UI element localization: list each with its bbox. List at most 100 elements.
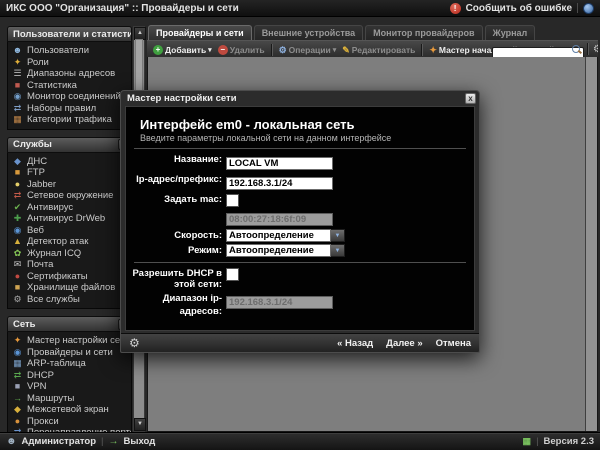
- statusbar-separator: |: [536, 436, 538, 447]
- version-label: Версия 2.3: [544, 436, 594, 447]
- refresh-icon[interactable]: ⚙: [593, 44, 598, 55]
- back-button[interactable]: « Назад: [337, 338, 373, 349]
- sidebar-section: Пользователи и статистика▴ ☻Пользователи✦…: [7, 26, 132, 130]
- sidebar-item[interactable]: ▲Детектор атак: [12, 236, 131, 248]
- sidebar-item-label: Межсетевой экран: [27, 404, 109, 415]
- titlebar-separator: [577, 3, 578, 13]
- titlebar: ИКС ООО "Организация" :: Провайдеры и се…: [0, 0, 600, 17]
- ip-prefix-input[interactable]: [226, 177, 333, 190]
- cancel-button[interactable]: Отмена: [436, 338, 471, 349]
- categories-icon: ▦: [12, 114, 23, 125]
- sidebar-item-label: Мастер настройки сети: [27, 335, 130, 346]
- name-input[interactable]: [226, 157, 333, 170]
- sidebar-item[interactable]: ■VPN: [12, 381, 131, 393]
- form-row-name: Название:: [126, 153, 474, 171]
- magnifier-icon: ◉: [12, 91, 23, 102]
- tab[interactable]: Внешние устройства: [254, 25, 363, 40]
- sidebar-item[interactable]: ●Сертификаты: [12, 271, 131, 283]
- sidebar-item[interactable]: →Маршруты: [12, 393, 131, 405]
- next-button[interactable]: Далее »: [386, 338, 422, 349]
- dialog-subtitle: Введите параметры локальной сети на данн…: [140, 133, 460, 143]
- sidebar-item[interactable]: ✦Мастер настройки сети: [12, 335, 131, 347]
- ip-label: Ip-адрес/префикс:: [126, 173, 226, 191]
- search-box: [492, 43, 584, 56]
- sidebar-item[interactable]: ◆Межсетевой экран: [12, 404, 131, 416]
- sidebar-item[interactable]: ▦Категории трафика: [12, 114, 131, 126]
- section-header[interactable]: Сеть▴: [7, 316, 132, 332]
- divider: [134, 148, 466, 149]
- dropdown-caret-icon: ▾: [333, 46, 337, 54]
- sidebar-item[interactable]: ⇄Сетевое окружение: [12, 190, 131, 202]
- sidebar-item[interactable]: ⇄DHCP: [12, 370, 131, 382]
- current-user[interactable]: Администратор: [22, 436, 97, 447]
- alert-icon: ▲: [12, 236, 23, 247]
- sidebar-item[interactable]: ✉Почта: [12, 259, 131, 271]
- sidebar-item-label: Веб: [27, 225, 44, 236]
- allow-dhcp-checkbox[interactable]: [226, 268, 239, 281]
- chart-icon: ■: [12, 80, 23, 91]
- key-icon: ✦: [12, 57, 23, 68]
- sidebar-item[interactable]: ✔Антивирус: [12, 202, 131, 214]
- toolbar-button[interactable]: +Добавить▾: [150, 45, 215, 55]
- tab[interactable]: Провайдеры и сети: [148, 25, 252, 40]
- set-mac-checkbox[interactable]: [226, 194, 239, 207]
- sidebar-item-label: Антивирус: [27, 202, 73, 213]
- sidebar-item-label: Статистика: [27, 80, 77, 91]
- sidebar-item[interactable]: ✿Журнал ICQ: [12, 248, 131, 260]
- dhcp-check-label: Разрешить DHCP в этой сети:: [126, 267, 226, 290]
- scroll-down-icon[interactable]: ▼: [134, 418, 146, 431]
- tag-icon: ◆: [12, 156, 23, 167]
- bulb-icon: ●: [12, 179, 23, 190]
- sidebar-item-label: FTP: [27, 167, 45, 178]
- chevron-down-icon[interactable]: ▼: [331, 244, 345, 257]
- sidebar-item[interactable]: ■Хранилище файлов: [12, 282, 131, 294]
- tab-bar: Провайдеры и сетиВнешние устройстваМонит…: [147, 24, 598, 41]
- section-header[interactable]: Пользователи и статистика▴: [7, 26, 132, 42]
- sidebar-item[interactable]: ☻Пользователи: [12, 45, 131, 57]
- speed-value: Автоопределение: [226, 229, 331, 242]
- logout-link[interactable]: Выход: [124, 436, 156, 447]
- certificate-icon: ●: [12, 271, 23, 282]
- sidebar-item[interactable]: ⚙Все службы: [12, 294, 131, 306]
- sidebar-item-label: Хранилище файлов: [27, 282, 115, 293]
- sidebar-item[interactable]: ▦ARP-таблица: [12, 358, 131, 370]
- tab[interactable]: Журнал: [485, 25, 536, 40]
- section-header[interactable]: Службы▴: [7, 137, 132, 153]
- mode-combo[interactable]: Автоопределение ▼: [226, 244, 345, 257]
- mail-icon: ✉: [12, 259, 23, 270]
- tab[interactable]: Монитор провайдеров: [365, 25, 482, 40]
- sidebar-item-label: Прокси: [27, 416, 59, 427]
- sidebar-item[interactable]: ✦Роли: [12, 57, 131, 69]
- sidebar-item[interactable]: ■FTP: [12, 167, 131, 179]
- sidebar-item[interactable]: ◉Провайдеры и сети: [12, 347, 131, 359]
- search-icon[interactable]: [572, 45, 580, 53]
- titlebar-right: ! Сообщить об ошибке: [450, 3, 594, 14]
- sidebar-item[interactable]: ◉Веб: [12, 225, 131, 237]
- gear-icon[interactable]: ⚙: [129, 337, 140, 349]
- sidebar-item[interactable]: ●Jabber: [12, 179, 131, 191]
- dialog-titlebar[interactable]: Мастер настройки сети x: [121, 91, 479, 105]
- console-icon[interactable]: ▦: [523, 436, 532, 447]
- table-icon: ▦: [12, 358, 23, 369]
- error-icon: !: [450, 3, 461, 14]
- sidebar-item[interactable]: ◆ ДНС: [12, 156, 131, 168]
- form-row-range: Диапазон ip-адресов:: [126, 292, 474, 318]
- sidebar-item[interactable]: ◉Монитор соединений: [12, 91, 131, 103]
- help-icon[interactable]: [583, 3, 594, 14]
- sidebar-item-label: ДНС: [27, 156, 47, 167]
- sidebar-item[interactable]: ✚Антивирус DrWeb: [12, 213, 131, 225]
- toolbar-button: ✎Редактировать: [339, 45, 418, 55]
- dropdown-caret-icon: ▾: [208, 46, 212, 54]
- sidebar-item[interactable]: ■ Статистика: [12, 80, 131, 92]
- close-icon[interactable]: x: [465, 93, 476, 104]
- speed-combo[interactable]: Автоопределение ▼: [226, 229, 345, 242]
- sidebar-item-label: Журнал ICQ: [27, 248, 81, 259]
- users-icon: ☻: [12, 45, 23, 56]
- sidebar-item[interactable]: ☰Диапазоны адресов: [12, 68, 131, 80]
- section-title: Сеть: [13, 319, 36, 330]
- report-error-link[interactable]: Сообщить об ошибке: [466, 3, 572, 14]
- content-scrollbar[interactable]: [585, 57, 597, 431]
- sidebar-item[interactable]: ●Прокси: [12, 416, 131, 428]
- chevron-down-icon[interactable]: ▼: [331, 229, 345, 242]
- sidebar-item[interactable]: ⇄Наборы правил: [12, 103, 131, 115]
